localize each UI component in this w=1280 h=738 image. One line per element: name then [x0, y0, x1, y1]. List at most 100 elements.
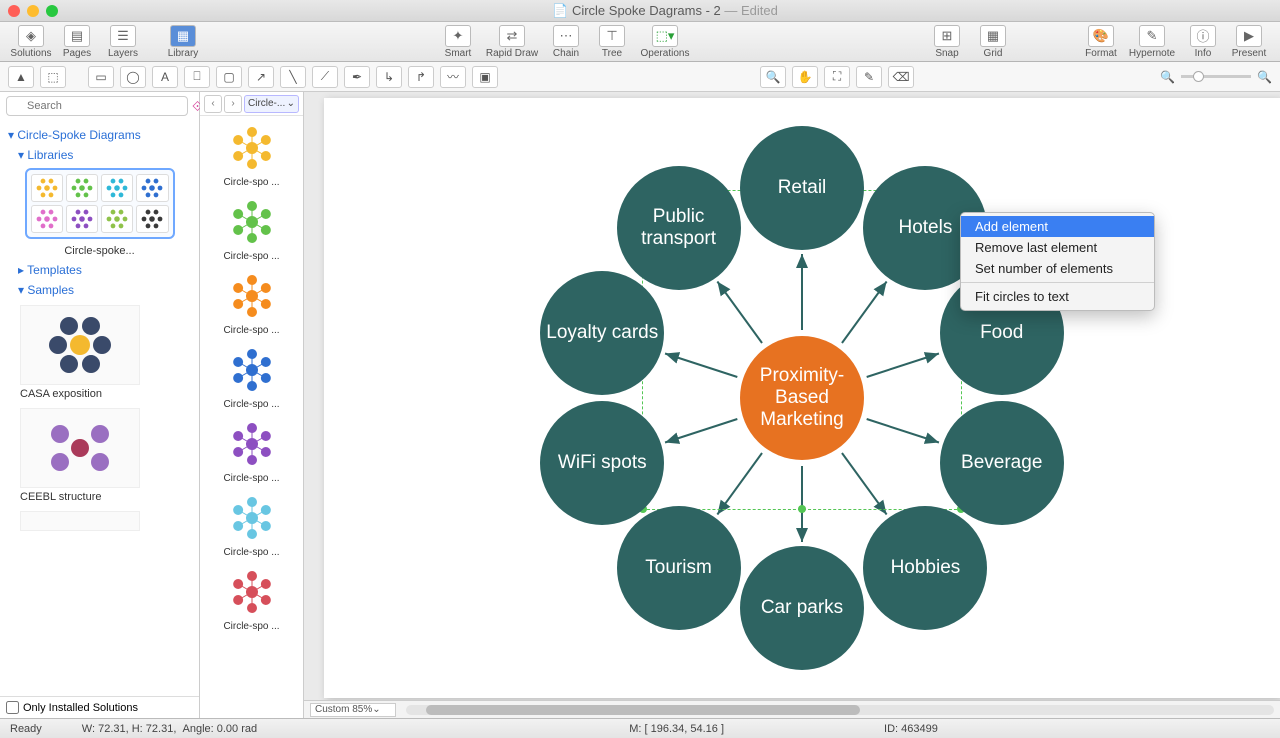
- eyedropper-tool[interactable]: ✎: [856, 66, 882, 88]
- only-installed-checkbox[interactable]: [6, 701, 19, 714]
- zoom-select[interactable]: Custom 85% ⌄: [310, 703, 396, 717]
- solutions-button[interactable]: ◈Solutions: [10, 25, 52, 59]
- chevron-down-icon: ⌄: [287, 98, 295, 109]
- doc-icon: 📄: [552, 3, 568, 18]
- zoom-out-icon[interactable]: 🔍: [1160, 70, 1175, 84]
- ctx-separator: [961, 282, 1154, 283]
- outer-node-loyalty-cards[interactable]: Loyalty cards: [540, 271, 664, 395]
- ctx-add-element[interactable]: Add element: [961, 216, 1154, 237]
- lib-selector[interactable]: Circle-...⌄: [244, 95, 299, 113]
- canvas[interactable]: Proximity- Based Marketing RetailHotelsF…: [304, 92, 1280, 718]
- status-id: ID: 463499: [884, 723, 938, 735]
- library-item[interactable]: Circle-spo ...: [200, 268, 303, 336]
- library-strip: ‹ › Circle-...⌄ Circle-spo ...Circle-spo…: [200, 92, 304, 718]
- snap-button[interactable]: ⊞Snap: [926, 25, 968, 59]
- info-button[interactable]: ⓘInfo: [1182, 25, 1224, 59]
- outer-node-beverage[interactable]: Beverage: [940, 401, 1064, 525]
- hand-tool[interactable]: ✋: [792, 66, 818, 88]
- rect-tool[interactable]: ▭: [88, 66, 114, 88]
- library-icon: ▦: [170, 25, 196, 47]
- crop-tool[interactable]: ▣: [472, 66, 498, 88]
- outer-node-tourism[interactable]: Tourism: [617, 506, 741, 630]
- tree-root[interactable]: ▾ Circle-Spoke Diagrams: [8, 128, 191, 142]
- zoom-window-button[interactable]: [46, 5, 58, 17]
- connector2-tool[interactable]: ↱: [408, 66, 434, 88]
- library-item[interactable]: Circle-spo ...: [200, 490, 303, 558]
- window-edited-label: — Edited: [724, 3, 777, 18]
- tree-templates[interactable]: ▸ Templates: [18, 263, 191, 277]
- magnify-tool[interactable]: 🔍: [760, 66, 786, 88]
- sample-casa[interactable]: CASA exposition: [20, 305, 191, 400]
- pages-button[interactable]: ▤Pages: [56, 25, 98, 59]
- horizontal-scrollbar[interactable]: [406, 705, 1274, 715]
- eraser-tool[interactable]: ⌫: [888, 66, 914, 88]
- outer-node-car-parks[interactable]: Car parks: [740, 546, 864, 670]
- rapid-draw-button[interactable]: ⇄Rapid Draw: [483, 25, 541, 59]
- info-icon: ⓘ: [1190, 25, 1216, 47]
- text-tool[interactable]: A: [152, 66, 178, 88]
- grid-button[interactable]: ▦Grid: [972, 25, 1014, 59]
- solutions-panel: ⟐ ▾ Circle-Spoke Diagrams ▾ Libraries Ci…: [0, 92, 200, 718]
- tree-button[interactable]: ⊤Tree: [591, 25, 633, 59]
- window-titlebar: 📄 Circle Spoke Dagrams - 2 — Edited: [0, 0, 1280, 22]
- present-button[interactable]: ▶Present: [1228, 25, 1270, 59]
- rapid-draw-icon: ⇄: [499, 25, 525, 47]
- freehand-tool[interactable]: 〰: [440, 66, 466, 88]
- ellipse-tool[interactable]: ◯: [120, 66, 146, 88]
- status-dims: W: 72.31, H: 72.31, Angle: 0.00 rad: [82, 723, 257, 735]
- ctx-fit-circles[interactable]: Fit circles to text: [961, 286, 1154, 307]
- tree-samples[interactable]: ▾ Samples: [18, 283, 191, 297]
- library-item[interactable]: Circle-spo ...: [200, 416, 303, 484]
- minimize-window-button[interactable]: [27, 5, 39, 17]
- library-item[interactable]: Circle-spo ...: [200, 564, 303, 632]
- arrow-tool[interactable]: ↗: [248, 66, 274, 88]
- zoom-slider[interactable]: 🔍 🔍: [1160, 70, 1272, 84]
- outer-node-hobbies[interactable]: Hobbies: [863, 506, 987, 630]
- layers-icon: ☰: [110, 25, 136, 47]
- lib-back-button[interactable]: ‹: [204, 95, 222, 113]
- status-bar: Ready W: 72.31, H: 72.31, Angle: 0.00 ra…: [0, 718, 1280, 738]
- sample-casa-label: CASA exposition: [20, 388, 191, 400]
- chain-button[interactable]: ⋯Chain: [545, 25, 587, 59]
- library-thumb-grid[interactable]: [25, 168, 175, 239]
- canvas-bottom-bar: Custom 85% ⌄: [304, 700, 1280, 718]
- textbox-tool[interactable]: ⎕: [184, 66, 210, 88]
- format-button[interactable]: 🎨Format: [1080, 25, 1122, 59]
- outer-node-wifi-spots[interactable]: WiFi spots: [540, 401, 664, 525]
- library-nav: ‹ › Circle-...⌄: [200, 92, 303, 116]
- pen-tool[interactable]: ✒: [344, 66, 370, 88]
- circle-spoke-diagram[interactable]: Proximity- Based Marketing RetailHotelsF…: [512, 108, 1092, 688]
- callout-tool[interactable]: ▢: [216, 66, 242, 88]
- pointer-tool[interactable]: ▲: [8, 66, 34, 88]
- smart-button[interactable]: ✦Smart: [437, 25, 479, 59]
- ctx-remove-last[interactable]: Remove last element: [961, 237, 1154, 258]
- close-window-button[interactable]: [8, 5, 20, 17]
- sample-extra[interactable]: [20, 511, 191, 531]
- sample-casa-thumb: [20, 305, 140, 385]
- marquee-tool[interactable]: ⬚: [40, 66, 66, 88]
- zoom-in-icon[interactable]: 🔍: [1257, 70, 1272, 84]
- tree-libraries[interactable]: ▾ Libraries: [18, 148, 191, 162]
- library-item[interactable]: Circle-spo ...: [200, 120, 303, 188]
- snap-icon: ⊞: [934, 25, 960, 47]
- lib-fwd-button[interactable]: ›: [224, 95, 242, 113]
- sample-ceebl[interactable]: CEEBL structure: [20, 408, 191, 503]
- center-node[interactable]: Proximity- Based Marketing: [740, 336, 864, 460]
- line-tool[interactable]: ╲: [280, 66, 306, 88]
- outer-node-retail[interactable]: Retail: [740, 126, 864, 250]
- connector-tool[interactable]: ↳: [376, 66, 402, 88]
- outer-node-public-transport[interactable]: Public transport: [617, 166, 741, 290]
- library-button[interactable]: ▦Library: [162, 25, 204, 59]
- operations-button[interactable]: ⬚▾Operations: [637, 25, 693, 59]
- hypernote-icon: ✎: [1139, 25, 1165, 47]
- chain-icon: ⋯: [553, 25, 579, 47]
- search-input[interactable]: [6, 96, 188, 116]
- layers-button[interactable]: ☰Layers: [102, 25, 144, 59]
- stamp-tool[interactable]: ⛶: [824, 66, 850, 88]
- ctx-set-number[interactable]: Set number of elements: [961, 258, 1154, 279]
- library-item[interactable]: Circle-spo ...: [200, 194, 303, 262]
- library-items: Circle-spo ...Circle-spo ...Circle-spo .…: [200, 116, 303, 718]
- hypernote-button[interactable]: ✎Hypernote: [1126, 25, 1178, 59]
- library-item[interactable]: Circle-spo ...: [200, 342, 303, 410]
- curve-tool[interactable]: ⟋: [312, 66, 338, 88]
